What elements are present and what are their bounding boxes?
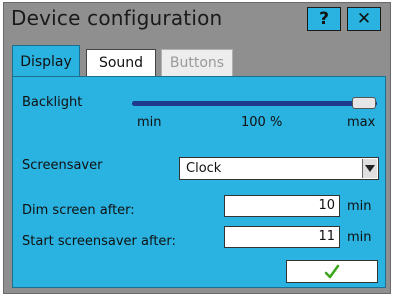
dialog-title: Device configuration — [11, 6, 223, 30]
screensaver-select[interactable]: Clock — [179, 157, 379, 180]
backlight-value: 100 % — [241, 115, 283, 130]
backlight-max-label: max — [347, 115, 376, 130]
dim-screen-unit: min — [347, 199, 372, 214]
tab-sound-label: Sound — [98, 55, 144, 71]
help-icon: ? — [319, 9, 329, 29]
close-button[interactable]: ✕ — [347, 7, 381, 31]
start-screensaver-label: Start screensaver after: — [22, 234, 176, 249]
chevron-down-icon[interactable] — [362, 159, 377, 178]
backlight-label: Backlight — [22, 95, 83, 110]
start-screensaver-input[interactable]: 11 — [224, 226, 340, 248]
device-configuration-dialog: Device configuration ? ✕ Display Sound B… — [3, 2, 391, 294]
start-screensaver-unit: min — [347, 230, 372, 245]
tab-buttons-label: Buttons — [169, 55, 225, 71]
tab-sound[interactable]: Sound — [86, 49, 156, 77]
screensaver-selected-value: Clock — [186, 161, 222, 176]
tab-buttons: Buttons — [161, 49, 233, 77]
tab-display[interactable]: Display — [12, 45, 80, 77]
backlight-slider-handle[interactable] — [352, 97, 376, 109]
display-settings-panel: Backlight min 100 % max Screensaver Cloc… — [12, 76, 386, 288]
checkmark-icon — [324, 264, 340, 278]
help-button[interactable]: ? — [307, 7, 341, 31]
close-icon: ✕ — [356, 9, 372, 29]
title-bar: Device configuration ? ✕ — [4, 3, 390, 37]
backlight-min-label: min — [137, 115, 162, 130]
tab-display-label: Display — [20, 53, 72, 70]
screensaver-label: Screensaver — [22, 158, 103, 173]
dim-screen-input[interactable]: 10 — [224, 195, 340, 217]
backlight-slider-track[interactable] — [132, 101, 377, 106]
dim-screen-label: Dim screen after: — [22, 203, 135, 218]
ok-button[interactable] — [286, 260, 378, 283]
backlight-slider-fill — [132, 101, 377, 106]
